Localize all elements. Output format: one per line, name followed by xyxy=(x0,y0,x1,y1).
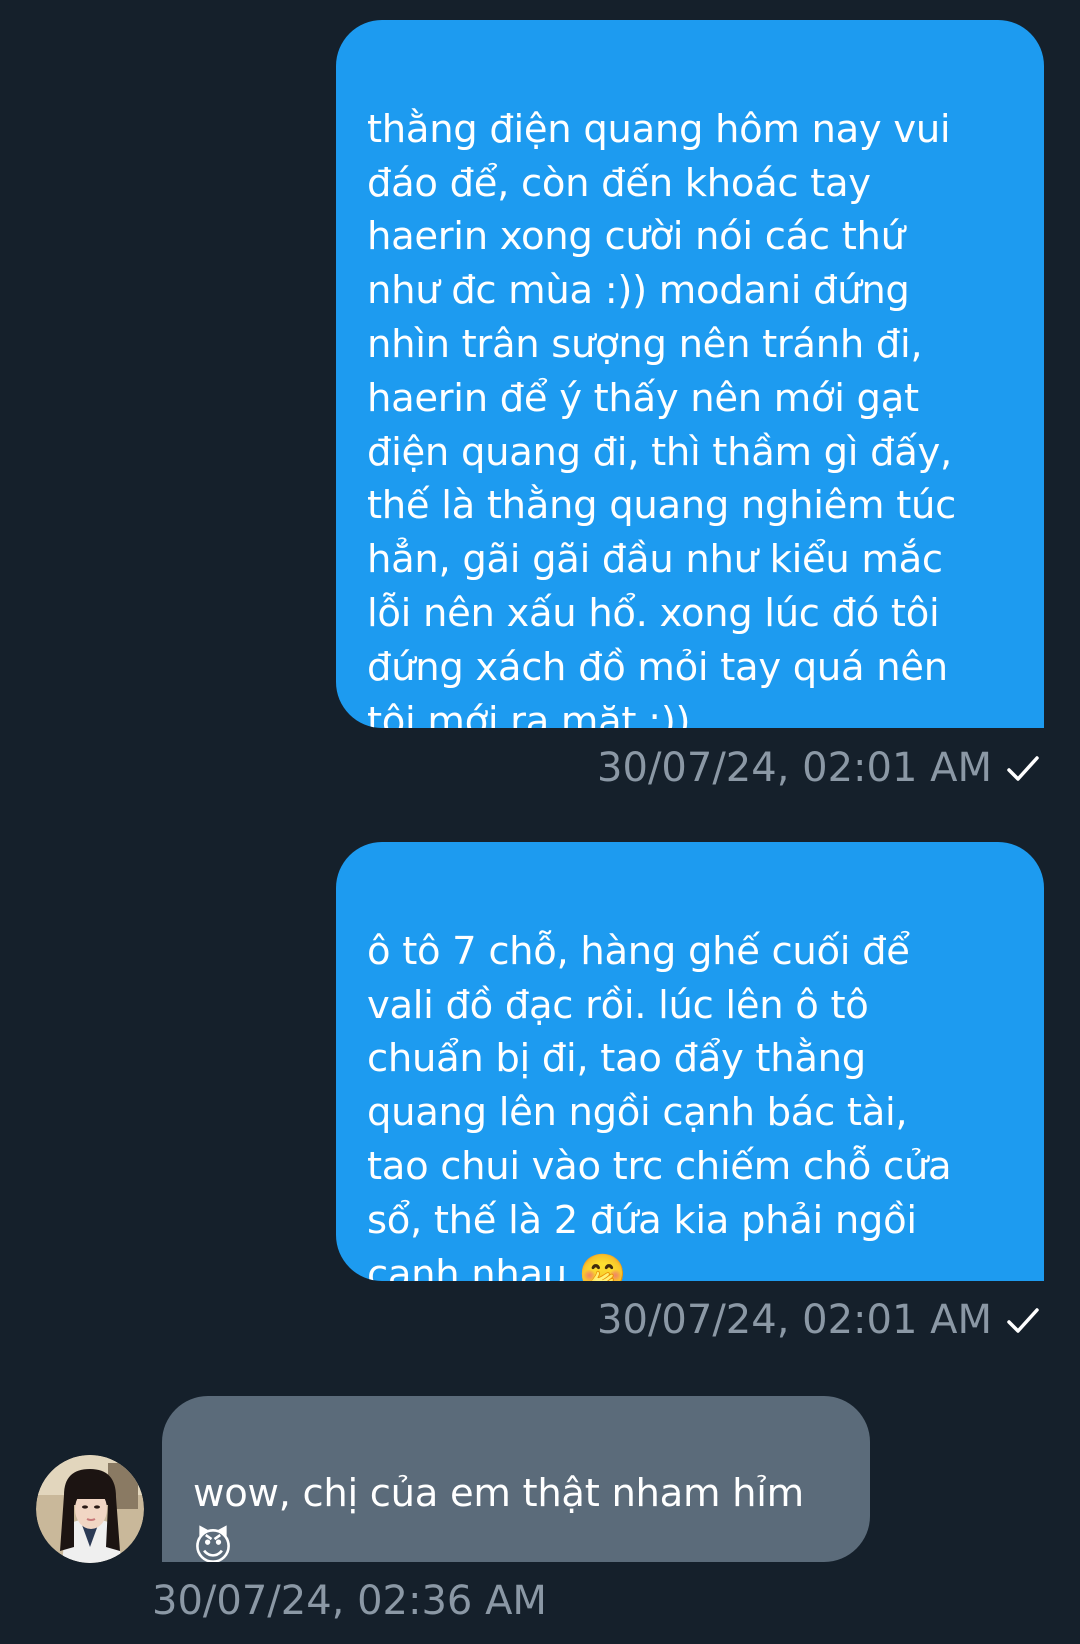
message-timestamp: 30/07/24, 02:36 AM xyxy=(152,1578,547,1624)
received-message-bubble[interactable]: wow, chị của em thật nham hỉm 😈 xyxy=(162,1396,870,1562)
user-avatar[interactable] xyxy=(36,1455,144,1563)
message-timestamp: 30/07/24, 02:01 AM xyxy=(597,745,992,791)
sent-message-bubble[interactable]: ô tô 7 chỗ, hàng ghế cuối để vali đồ đạc… xyxy=(336,842,1044,1281)
message-text: ô tô 7 chỗ, hàng ghế cuối để vali đồ đạc… xyxy=(367,928,952,1281)
check-icon xyxy=(1006,1298,1040,1346)
message-text: wow, chị của em thật nham hỉm 😈 xyxy=(193,1470,804,1562)
message-meta: 30/07/24, 02:01 AM xyxy=(597,1296,1040,1346)
message-meta: 30/07/24, 02:01 AM xyxy=(597,744,1040,794)
message-text: thằng điện quang hôm nay vui đáo để, còn… xyxy=(367,106,956,728)
check-icon xyxy=(1006,746,1040,794)
sent-message-bubble[interactable]: thằng điện quang hôm nay vui đáo để, còn… xyxy=(336,20,1044,728)
conversation-view: thằng điện quang hôm nay vui đáo để, còn… xyxy=(0,0,1080,1644)
message-timestamp: 30/07/24, 02:01 AM xyxy=(597,1297,992,1343)
